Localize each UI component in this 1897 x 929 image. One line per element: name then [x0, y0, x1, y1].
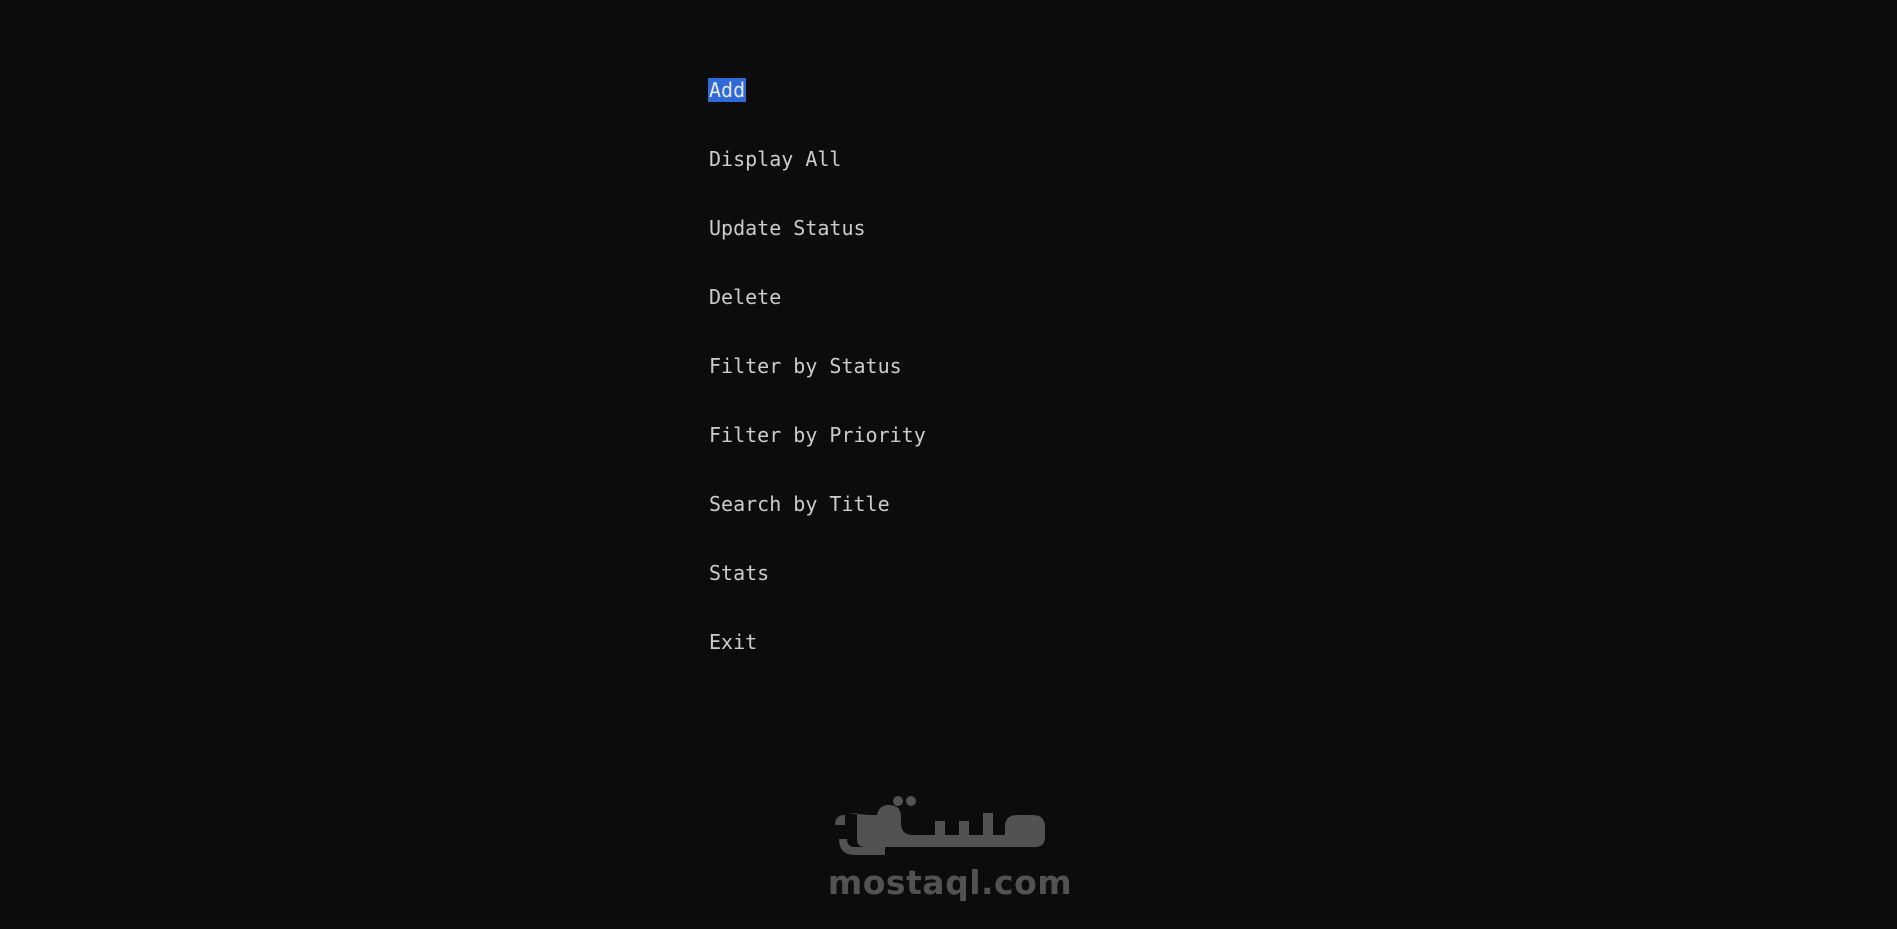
menu-item-exit[interactable]: Exit	[708, 628, 927, 697]
menu-item-label: Filter by Status	[709, 354, 902, 378]
menu-item-label: Stats	[709, 561, 770, 585]
menu-item-display-all[interactable]: Display All	[708, 145, 927, 214]
menu-item-search-by-title[interactable]: Search by Title	[708, 490, 927, 559]
watermark: mostaql.com	[820, 795, 1080, 915]
menu-item-update-status[interactable]: Update Status	[708, 214, 927, 283]
menu-item-filter-by-priority[interactable]: Filter by Priority	[708, 421, 927, 490]
menu-item-filter-by-status[interactable]: Filter by Status	[708, 352, 927, 421]
menu-item-add[interactable]: Add	[708, 76, 927, 145]
menu-item-label: Add	[708, 78, 747, 102]
watermark-logo	[835, 796, 1045, 855]
menu-list: Add Display All Update Status Delete Fil…	[708, 76, 927, 697]
menu-item-stats[interactable]: Stats	[708, 559, 927, 628]
watermark-domain: mostaql.com	[827, 863, 1073, 902]
terminal-window: Add Display All Update Status Delete Fil…	[0, 0, 1897, 929]
menu-item-label: Filter by Priority	[709, 423, 926, 447]
menu-item-label: Delete	[709, 285, 782, 309]
menu-item-label: Search by Title	[709, 492, 890, 516]
menu-item-label: Update Status	[709, 216, 866, 240]
menu-item-label: Display All	[709, 147, 842, 171]
menu-item-label: Exit	[709, 630, 758, 654]
menu-item-delete[interactable]: Delete	[708, 283, 927, 352]
